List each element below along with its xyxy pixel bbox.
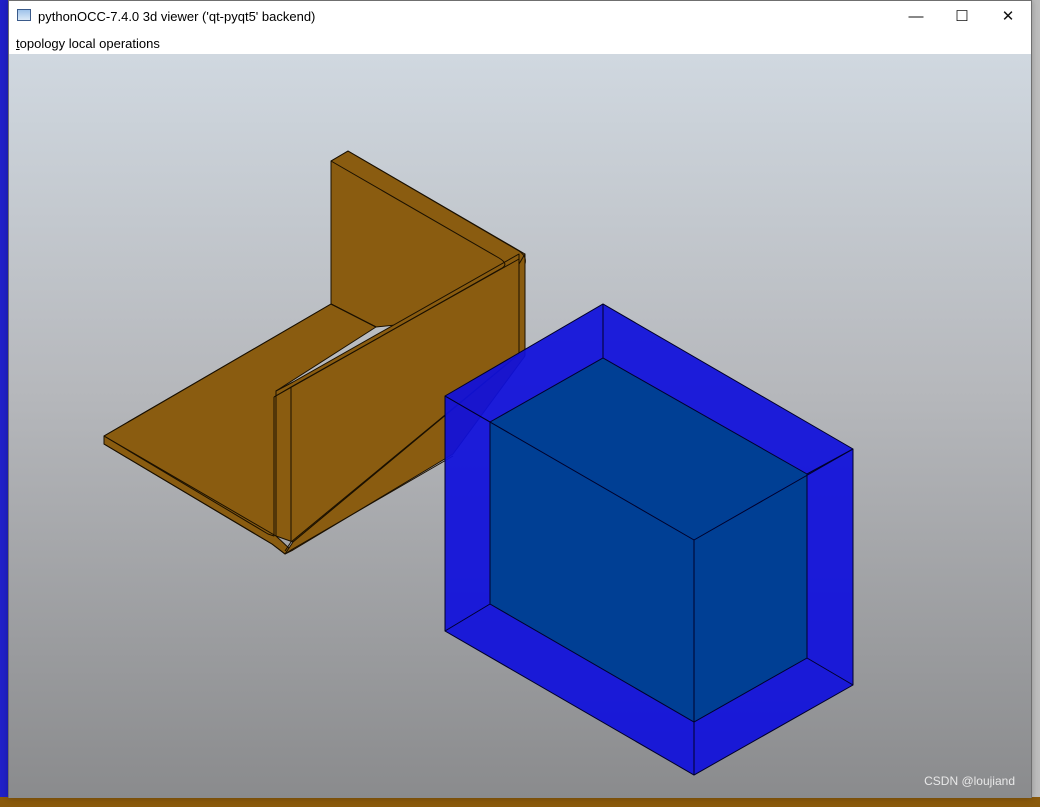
menu-bar: topology local operations (9, 32, 1031, 54)
background-window-bottom (0, 797, 1040, 807)
background-window-left (0, 0, 8, 807)
window-title: pythonOCC-7.4.0 3d viewer ('qt-pyqt5' ba… (38, 9, 316, 24)
scene-canvas (103, 150, 854, 776)
app-icon (17, 9, 31, 21)
close-button[interactable]: ✕ (985, 1, 1031, 31)
transparent-box-shape (444, 303, 854, 776)
viewer-window: pythonOCC-7.4.0 3d viewer ('qt-pyqt5' ba… (8, 0, 1032, 798)
3d-viewport[interactable]: CSDN @loujiand (9, 54, 1031, 798)
menu-label: opology local operations (19, 36, 160, 51)
background-window-right (1032, 0, 1040, 807)
maximize-button[interactable]: ☐ (939, 1, 985, 31)
minimize-button[interactable]: — (893, 1, 939, 31)
menu-topology-local-operations[interactable]: topology local operations (16, 36, 160, 51)
title-bar[interactable]: pythonOCC-7.4.0 3d viewer ('qt-pyqt5' ba… (9, 1, 1031, 32)
watermark: CSDN @loujiand (924, 774, 1015, 788)
